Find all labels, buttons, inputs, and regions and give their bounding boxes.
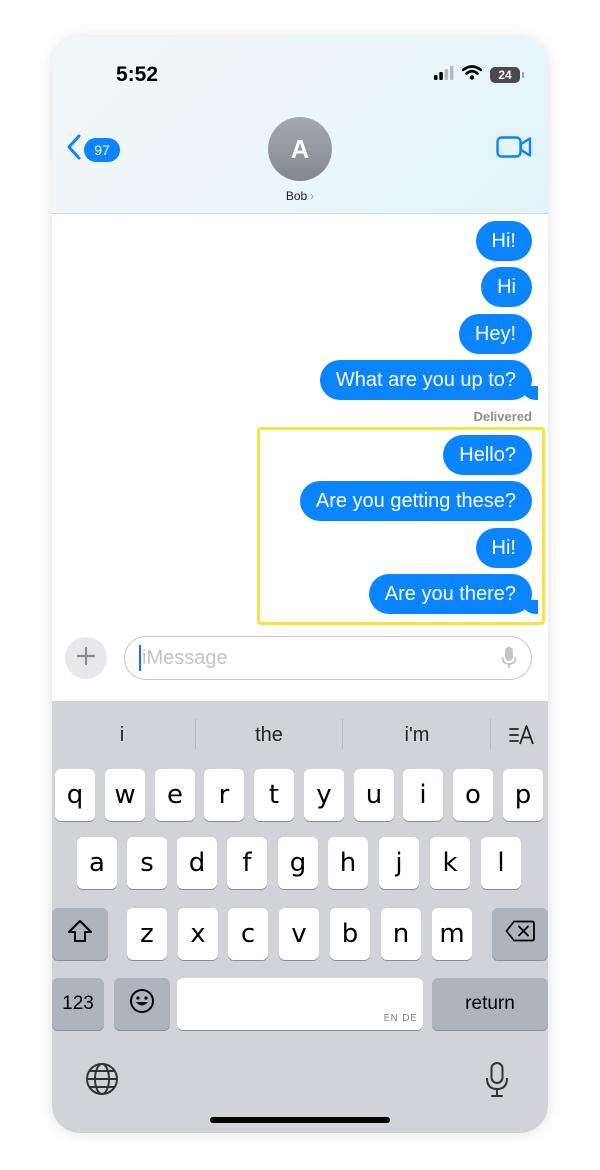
chevron-right-icon: › (310, 189, 315, 203)
dictation-mic-icon[interactable] (501, 646, 517, 670)
key-a[interactable]: a (77, 837, 117, 889)
microphone-icon[interactable] (484, 1061, 510, 1104)
space-language-label: EN DE (383, 1013, 417, 1024)
key-z[interactable]: z (127, 908, 167, 960)
key-y[interactable]: y (304, 769, 344, 821)
key-h[interactable]: h (328, 837, 368, 889)
key-p[interactable]: p (503, 769, 543, 821)
key-k[interactable]: k (430, 837, 470, 889)
delete-key[interactable] (492, 908, 548, 960)
signal-icon (434, 65, 454, 85)
message-bubble[interactable]: Hey! (458, 314, 532, 354)
contact-name[interactable]: Bob › (52, 189, 548, 203)
key-x[interactable]: x (178, 908, 218, 960)
backspace-icon (505, 919, 535, 949)
key-r[interactable]: r (204, 769, 244, 821)
key-t[interactable]: t (254, 769, 294, 821)
home-indicator (210, 1117, 390, 1123)
key-b[interactable]: b (330, 908, 370, 960)
shift-icon (67, 919, 93, 950)
message-bubble[interactable]: What are you up to? (319, 360, 539, 400)
message-bubble[interactable]: Hi! (475, 221, 532, 261)
key-o[interactable]: o (453, 769, 493, 821)
key-q[interactable]: q (55, 769, 95, 821)
message-input[interactable]: iMessage (124, 636, 532, 680)
back-button[interactable]: 97 (66, 133, 120, 166)
message-bubble[interactable]: Hi (481, 267, 532, 307)
key-l[interactable]: l (481, 837, 521, 889)
suggestion-item[interactable]: i'm (372, 715, 462, 755)
key-j[interactable]: j (379, 837, 419, 889)
key-f[interactable]: f (227, 837, 267, 889)
status-time: 5:52 (116, 63, 159, 86)
message-input-placeholder: iMessage (142, 646, 228, 669)
apps-plus-button[interactable] (65, 637, 107, 679)
text-cursor (139, 645, 141, 671)
video-camera-icon (496, 136, 532, 163)
key-m[interactable]: m (432, 908, 472, 960)
text-format-icon[interactable] (504, 715, 540, 755)
facetime-video-button[interactable] (496, 135, 532, 164)
battery-icon: 24 (490, 67, 524, 83)
numbers-key[interactable]: 123 (52, 978, 104, 1030)
suggestion-divider (195, 719, 196, 749)
key-i[interactable]: i (403, 769, 443, 821)
back-chevron-icon (66, 133, 82, 166)
delivered-status: Delivered (473, 409, 532, 424)
key-s[interactable]: s (127, 837, 167, 889)
key-g[interactable]: g (278, 837, 318, 889)
key-d[interactable]: d (177, 837, 217, 889)
phone-screen: 5:52 24 97 A Bob › Hi! Hi Hey! What are … (52, 37, 548, 1133)
wifi-icon (461, 65, 483, 85)
plus-icon (76, 646, 96, 670)
contact-avatar[interactable]: A (268, 117, 332, 181)
keyboard: i the i'm q w e r t y u i o p a s d f g … (52, 701, 548, 1133)
suggestion-item[interactable]: the (224, 715, 314, 755)
status-icons: 24 (434, 65, 524, 85)
key-e[interactable]: e (155, 769, 195, 821)
suggestion-divider (490, 719, 491, 749)
key-c[interactable]: c (228, 908, 268, 960)
shift-key[interactable] (52, 908, 108, 960)
key-n[interactable]: n (381, 908, 421, 960)
highlight-box (257, 427, 545, 625)
emoji-icon (129, 988, 155, 1021)
contact-name-label: Bob (285, 189, 308, 203)
unread-count-badge: 97 (84, 137, 120, 162)
key-w[interactable]: w (105, 769, 145, 821)
suggestion-item[interactable]: i (82, 715, 162, 755)
globe-icon[interactable] (84, 1061, 120, 1102)
key-u[interactable]: u (354, 769, 394, 821)
suggestion-divider (342, 719, 343, 749)
emoji-key[interactable] (114, 978, 170, 1030)
key-v[interactable]: v (279, 908, 319, 960)
conversation-header: 5:52 24 97 A Bob › (52, 37, 548, 214)
return-key[interactable]: return (432, 978, 548, 1030)
space-key[interactable]: EN DE (177, 978, 423, 1030)
